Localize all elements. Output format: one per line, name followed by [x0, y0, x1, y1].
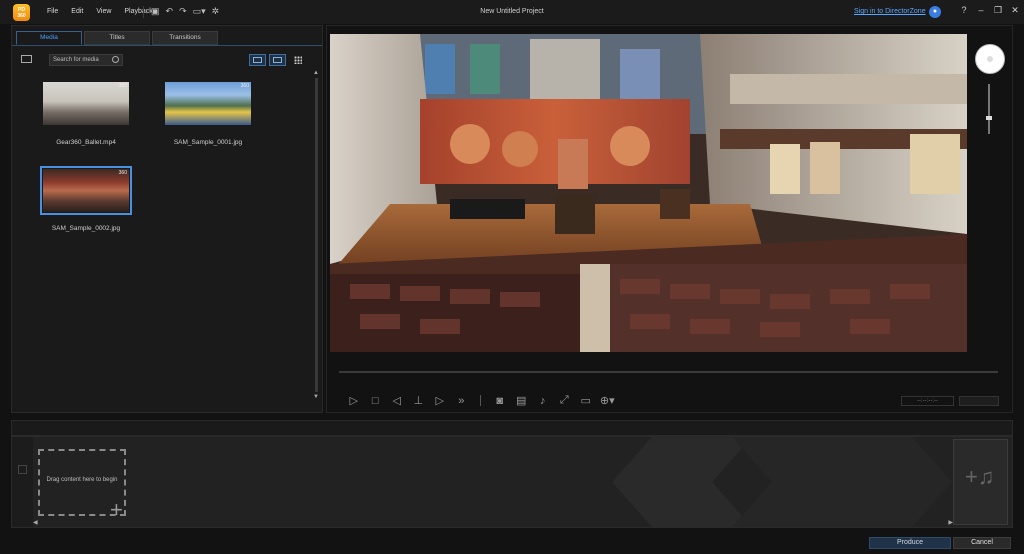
- storyboard-sidebar: [12, 437, 33, 527]
- scroll-up-arrow-icon[interactable]: ▲: [313, 70, 319, 76]
- app-logo-icon[interactable]: PD 360: [13, 4, 30, 21]
- fast-forward-icon[interactable]: »: [451, 395, 473, 407]
- tab-underline: [12, 45, 322, 46]
- toolbar-divider: [143, 6, 144, 18]
- stop-icon[interactable]: □: [365, 395, 387, 407]
- view-video-button[interactable]: [249, 54, 266, 66]
- library-tabs: Media Titles Transitions: [16, 31, 218, 45]
- menu-playback[interactable]: Playback: [124, 8, 152, 15]
- undo-icon[interactable]: ↶: [166, 6, 174, 17]
- scroll-track[interactable]: [314, 78, 318, 392]
- navigation-wheel[interactable]: [975, 44, 1005, 74]
- scroll-right-arrow-icon[interactable]: ▶: [948, 519, 953, 526]
- storyboard-header: [11, 420, 1013, 436]
- save-icon[interactable]: ▣: [151, 6, 160, 17]
- search-input[interactable]: Search for media: [49, 54, 123, 66]
- view-toggle-group: [249, 54, 286, 66]
- tab-transitions[interactable]: Transitions: [152, 31, 218, 45]
- split-icon[interactable]: ⊥: [408, 394, 430, 407]
- close-icon[interactable]: ✕: [1011, 5, 1019, 16]
- storyboard-area[interactable]: [11, 436, 1013, 528]
- storyboard-mode-icon[interactable]: [18, 465, 27, 474]
- snapshot-camera-icon[interactable]: ◙: [489, 395, 511, 407]
- panorama-image: [330, 34, 967, 352]
- storyboard-background-chevron: [612, 437, 952, 527]
- scroll-left-arrow-icon[interactable]: ◀: [33, 519, 38, 526]
- media-name: Gear360_Ballet.mp4: [56, 139, 116, 146]
- aspect-ratio-icon[interactable]: ▭▾: [193, 6, 206, 17]
- window-controls: ? – ❐ ✕: [960, 5, 1019, 16]
- drop-zone-label: Drag content here to begin: [46, 477, 118, 483]
- play-icon[interactable]: ▷: [343, 394, 365, 407]
- restore-icon[interactable]: ❐: [994, 5, 1002, 16]
- badge-360: 360: [118, 170, 127, 176]
- preview-viewport[interactable]: [330, 34, 967, 352]
- menu-bar: File Edit View Playback: [47, 8, 166, 15]
- next-frame-icon[interactable]: ▷: [429, 394, 451, 407]
- quick-toolbar: ▣ ↶ ↷ ▭▾ ✲: [151, 6, 219, 17]
- badge-360: 360: [240, 83, 249, 89]
- media-thumbnail[interactable]: 360: [40, 166, 132, 215]
- tab-titles[interactable]: Titles: [84, 31, 150, 45]
- media-name: SAM_Sample_0001.jpg: [173, 139, 243, 146]
- video-filter-icon: [253, 57, 262, 63]
- notification-bell-icon[interactable]: ●: [929, 6, 941, 18]
- playback-controls: ▷ □ ◁ ⊥ ▷ » ◙ ▤ ♪ ⤢ ▭ ⊕▾: [343, 394, 618, 407]
- timecode-display[interactable]: --:--:--:--: [901, 396, 954, 406]
- previous-frame-icon[interactable]: ◁: [386, 394, 408, 407]
- add-plus-icon[interactable]: +: [110, 499, 123, 521]
- tab-media[interactable]: Media: [16, 31, 82, 45]
- subtitle-icon[interactable]: ▤: [511, 394, 533, 407]
- redo-icon[interactable]: ↷: [179, 6, 187, 17]
- settings-gear-icon[interactable]: ✲: [212, 6, 220, 17]
- media-name: SAM_Sample_0002.jpg: [51, 225, 121, 232]
- media-library-panel: Media Titles Transitions Search for medi…: [11, 25, 323, 413]
- cancel-button[interactable]: Cancel: [953, 537, 1011, 549]
- scroll-down-arrow-icon[interactable]: ▼: [313, 394, 319, 400]
- view-image-button[interactable]: [269, 54, 286, 66]
- cast-display-icon[interactable]: ▭: [575, 394, 597, 407]
- search-placeholder: Search for media: [53, 57, 99, 63]
- zoom-slider-handle[interactable]: [986, 116, 992, 120]
- playback-scrubber[interactable]: [339, 371, 998, 373]
- volume-icon[interactable]: ♪: [532, 395, 554, 407]
- badge-360: 360: [118, 83, 127, 89]
- media-thumbnail[interactable]: 360: [165, 82, 251, 125]
- fullscreen-icon[interactable]: ⤢: [554, 394, 576, 407]
- storyboard-scrollbar[interactable]: ◀ ▶: [33, 520, 953, 526]
- controls-divider: [480, 395, 481, 406]
- title-bar: PD 360 File Edit View Playback ▣ ↶ ↷ ▭▾ ✲…: [0, 0, 1024, 24]
- sign-in-link[interactable]: Sign in to DirectorZone: [854, 8, 926, 15]
- image-filter-icon: [273, 57, 282, 63]
- media-thumbnail[interactable]: 360: [43, 82, 129, 125]
- zoom-slider[interactable]: [988, 84, 990, 134]
- quality-dropdown[interactable]: [959, 396, 999, 406]
- nav-center-icon[interactable]: [987, 56, 993, 62]
- 360-view-globe-icon[interactable]: ⊕▾: [597, 394, 619, 407]
- grid-view-icon[interactable]: [294, 56, 302, 64]
- import-media-icon[interactable]: [21, 55, 32, 63]
- menu-view[interactable]: View: [96, 8, 111, 15]
- help-icon[interactable]: ?: [960, 5, 968, 16]
- produce-button[interactable]: Produce: [869, 537, 951, 549]
- search-icon[interactable]: [112, 56, 119, 63]
- menu-file[interactable]: File: [47, 8, 58, 15]
- library-scrollbar[interactable]: ▲ ▼: [313, 70, 319, 406]
- menu-edit[interactable]: Edit: [71, 8, 83, 15]
- minimize-icon[interactable]: –: [977, 5, 985, 16]
- add-music-icon[interactable]: +♫: [965, 464, 994, 490]
